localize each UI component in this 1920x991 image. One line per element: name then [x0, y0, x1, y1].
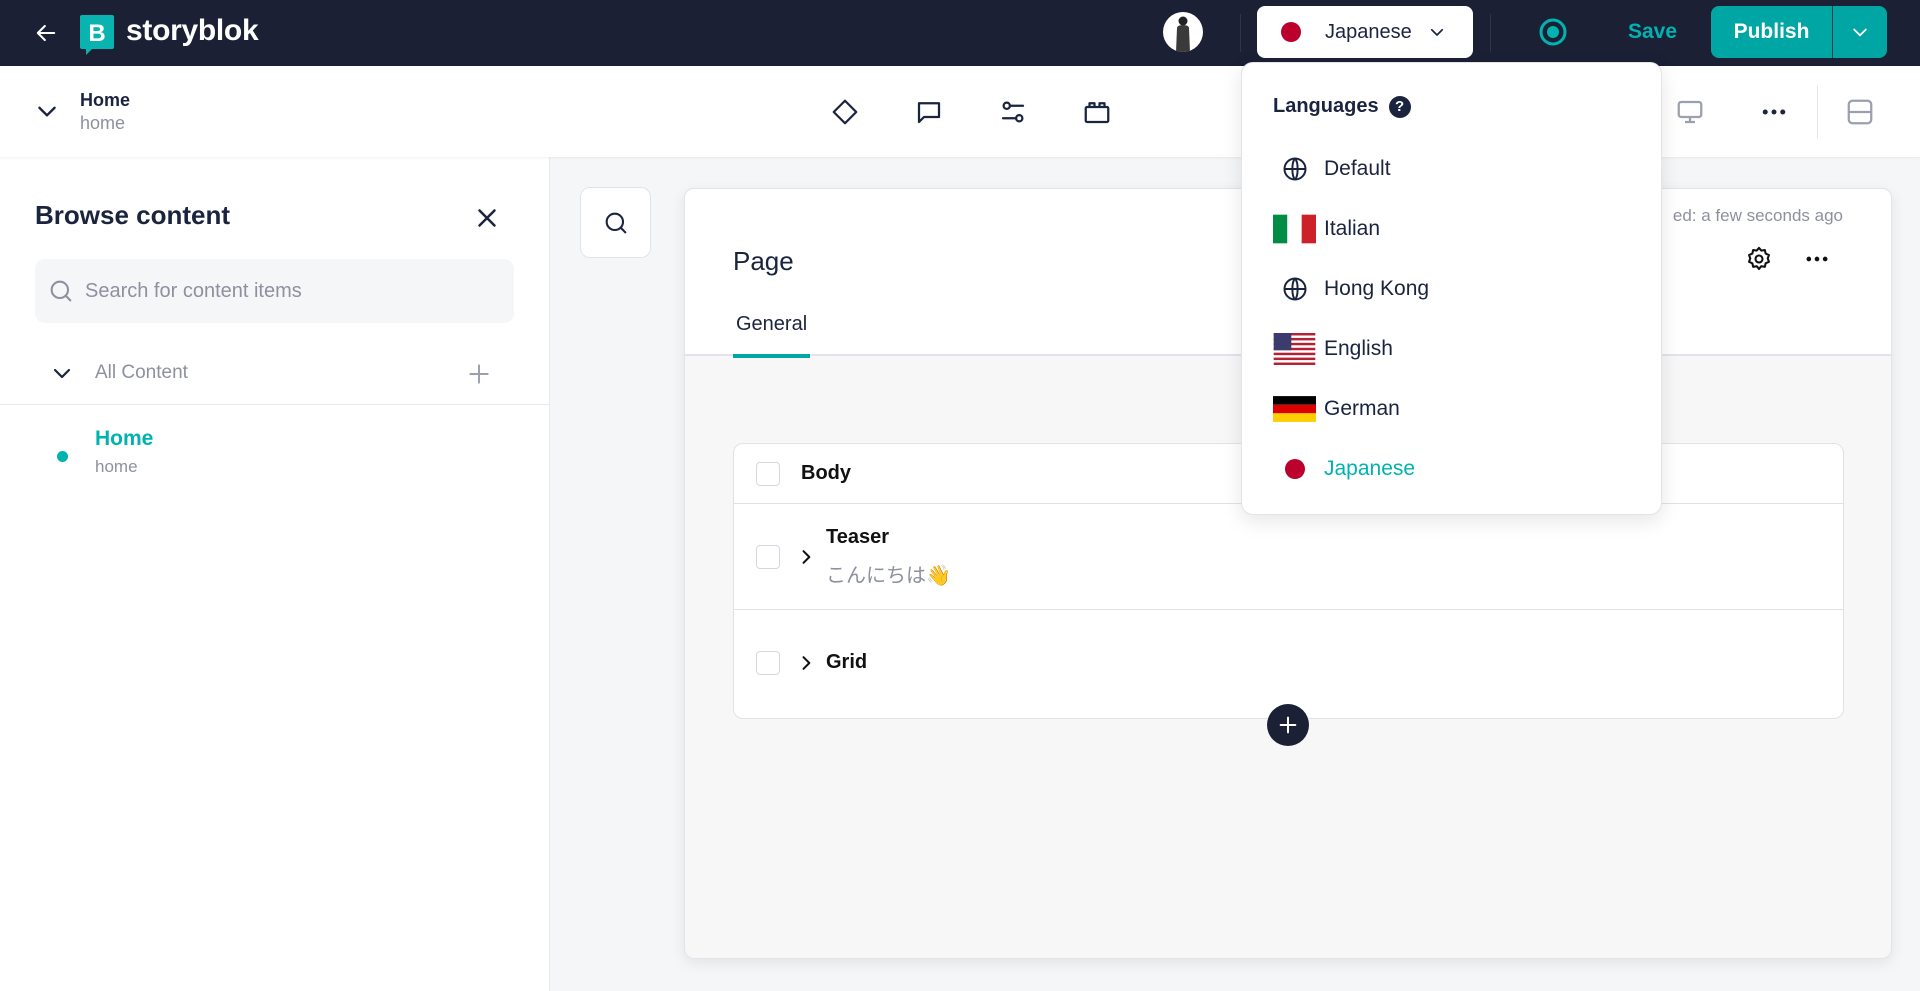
publish-options-button[interactable] — [1833, 6, 1887, 58]
publish-button[interactable]: Publish — [1711, 6, 1832, 58]
globe-icon — [1273, 273, 1316, 305]
chevron-down-icon[interactable] — [50, 361, 74, 385]
block-checkbox[interactable] — [756, 545, 780, 569]
panel-title: Browse content — [35, 200, 231, 230]
block-name: Grid — [826, 651, 868, 673]
preview-target-icon[interactable] — [1538, 17, 1568, 47]
all-content-folder: All Content — [0, 343, 549, 405]
chevron-down-icon[interactable] — [34, 98, 60, 124]
search-button[interactable] — [580, 187, 651, 258]
search-icon — [50, 280, 72, 302]
divider — [1817, 86, 1818, 138]
chevron-down-icon — [1853, 28, 1867, 37]
dropdown-title: Languages ? — [1273, 95, 1411, 118]
dropdown-title-text: Languages — [1273, 95, 1379, 117]
language-option-default[interactable]: Default — [1242, 139, 1661, 199]
component-title: Page — [733, 246, 794, 276]
publish-button-group: Publish — [1711, 6, 1887, 58]
active-tab-indicator — [733, 354, 811, 358]
story-name: Home — [80, 90, 131, 110]
search-icon — [605, 212, 626, 233]
layout-icon[interactable] — [1845, 97, 1875, 127]
tab-general[interactable]: General — [733, 313, 811, 358]
language-option-italian[interactable]: Italian — [1242, 199, 1661, 259]
divider — [1240, 14, 1241, 52]
japan-flag-icon — [1281, 22, 1301, 42]
blocks-icon[interactable] — [1082, 97, 1112, 127]
content-search-input[interactable] — [85, 279, 505, 303]
germany-flag-icon — [1273, 393, 1316, 425]
divider — [1490, 14, 1491, 52]
language-option-japanese[interactable]: Japanese — [1242, 439, 1661, 499]
language-label: Italian — [1324, 217, 1381, 240]
language-label: Default — [1324, 157, 1391, 180]
content-search — [35, 259, 514, 323]
field-label: Body — [801, 462, 851, 484]
svg-text:B: B — [88, 20, 105, 47]
user-avatar[interactable] — [1163, 12, 1203, 52]
back-arrow-icon[interactable] — [32, 19, 60, 47]
languages-dropdown: Languages ? Default Italian Hong Kong En… — [1241, 62, 1662, 515]
plus-icon[interactable] — [466, 361, 492, 387]
select-all-checkbox[interactable] — [756, 462, 780, 486]
selected-language: Japanese — [1325, 20, 1412, 43]
language-option-german[interactable]: German — [1242, 379, 1661, 439]
language-label: Japanese — [1324, 457, 1416, 480]
save-button[interactable]: Save — [1628, 20, 1677, 44]
globe-icon — [1273, 153, 1316, 185]
block-row[interactable]: Grid — [734, 610, 1843, 718]
tab-label: General — [736, 313, 808, 335]
language-option-english[interactable]: English — [1242, 319, 1661, 379]
saved-status: ed: a few seconds ago — [1672, 206, 1843, 225]
language-label: English — [1324, 337, 1393, 360]
storyblok-logo-icon: B — [80, 15, 114, 55]
block-checkbox[interactable] — [756, 651, 780, 675]
block-row[interactable]: Teaser こんにちは👋 — [734, 504, 1843, 610]
chevron-right-icon[interactable] — [796, 547, 816, 567]
language-option-hong-kong[interactable]: Hong Kong — [1242, 259, 1661, 319]
japan-flag-icon — [1273, 453, 1316, 485]
content-item-name: Home — [95, 427, 154, 450]
status-dot-icon — [57, 451, 68, 462]
help-icon[interactable]: ? — [1388, 95, 1411, 118]
monitor-icon[interactable] — [1675, 97, 1705, 127]
language-label: German — [1324, 397, 1400, 420]
block-name: Teaser — [826, 526, 890, 548]
gear-icon[interactable] — [1745, 245, 1773, 273]
browse-content-panel: Browse content All Content Home home — [0, 157, 550, 991]
more-icon[interactable] — [1759, 97, 1789, 127]
content-item-home[interactable]: Home home — [0, 427, 549, 491]
us-flag-icon — [1273, 333, 1316, 365]
add-block-button[interactable] — [1267, 704, 1309, 746]
language-selector-button[interactable]: Japanese — [1257, 6, 1473, 58]
language-label: Hong Kong — [1324, 277, 1430, 300]
italy-flag-icon — [1273, 213, 1316, 245]
chevron-down-icon — [1430, 28, 1443, 36]
content-item-slug: home — [95, 457, 138, 476]
all-content-label[interactable]: All Content — [95, 362, 188, 384]
block-preview: こんにちは👋 — [826, 565, 951, 587]
settings-sliders-icon[interactable] — [998, 97, 1028, 127]
diamond-icon[interactable] — [830, 97, 860, 127]
top-bar: B storyblok Japanese Save Publish — [0, 0, 1920, 66]
story-slug: home — [80, 113, 126, 133]
plus-icon — [1279, 716, 1297, 734]
close-icon[interactable] — [472, 203, 502, 233]
brand-name: storyblok — [126, 14, 259, 47]
chevron-right-icon[interactable] — [796, 653, 816, 673]
more-icon[interactable] — [1803, 245, 1831, 273]
comment-icon[interactable] — [914, 97, 944, 127]
